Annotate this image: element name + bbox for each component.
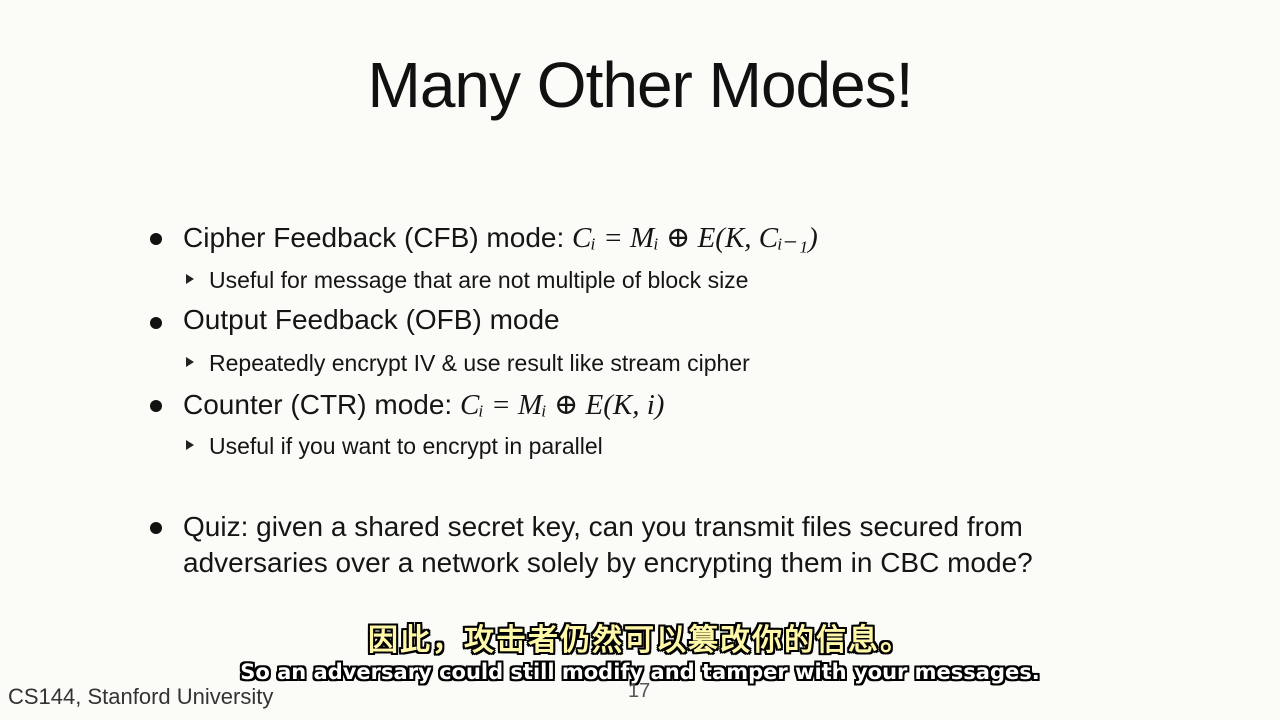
bullet-cfb-label: Cipher Feedback (CFB) mode: bbox=[183, 222, 565, 253]
page-number: 17 bbox=[628, 680, 651, 702]
sub-bullet-ctr-text: Useful if you want to encrypt in paralle… bbox=[209, 433, 603, 459]
bullet-ctr-label: Counter (CTR) mode: bbox=[183, 389, 453, 420]
bullet-dot bbox=[150, 233, 162, 245]
cfb-formula: Cᵢ = Mᵢ ⊕ E(K, Cᵢ₋₁) bbox=[572, 222, 818, 254]
course-footer: CS144, Stanford University bbox=[8, 684, 274, 709]
ctr-formula: Cᵢ = Mᵢ ⊕ E(K, i) bbox=[459, 389, 665, 421]
triangle-bullet-icon bbox=[186, 440, 194, 450]
quiz-text: Quiz: given a shared secret key, can you… bbox=[183, 511, 1033, 578]
bullet-dot bbox=[150, 317, 162, 329]
triangle-bullet-icon bbox=[186, 357, 194, 367]
sub-bullet-ofb-text: Repeatedly encrypt IV & use result like … bbox=[209, 350, 750, 376]
triangle-bullet-icon bbox=[186, 274, 194, 284]
subtitle-chinese: 因此，攻击者仍然可以篡改你的信息。 bbox=[368, 623, 912, 658]
slide-title: Many Other Modes! bbox=[367, 49, 914, 121]
bullet-dot bbox=[150, 400, 162, 412]
sub-bullet-cfb-text: Useful for message that are not multiple… bbox=[209, 267, 749, 293]
bullet-dot bbox=[150, 522, 162, 534]
bullet-ofb-label: Output Feedback (OFB) mode bbox=[183, 304, 560, 335]
